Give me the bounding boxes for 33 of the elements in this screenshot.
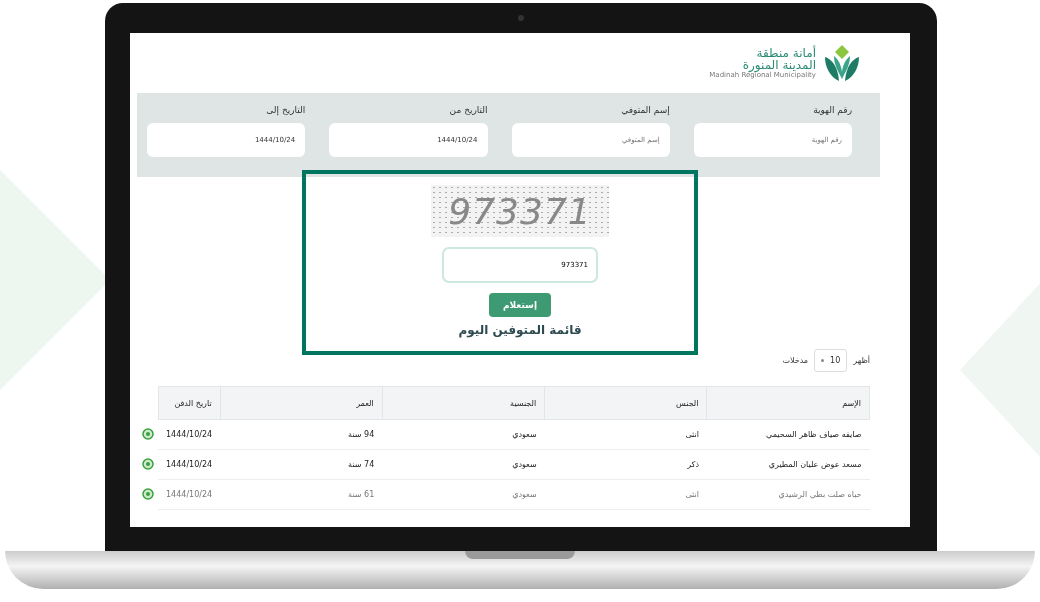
captcha-image: 973371 xyxy=(431,185,609,237)
field-label: التاريخ إلى xyxy=(266,105,306,115)
table-cell: 74 سنة xyxy=(220,449,383,480)
table-cell: صايفه صياف ظاهر السحيمي xyxy=(706,419,870,450)
table-cell: 61 سنة xyxy=(220,479,383,510)
entries-label: مدخلات xyxy=(782,356,809,365)
leaves-logo-icon xyxy=(822,43,862,83)
show-label: أظهر xyxy=(853,356,870,365)
table-cell: انثى xyxy=(544,419,707,450)
table-cell: انثى xyxy=(544,479,707,510)
table-cell: مسعد عوض عليان المطيري xyxy=(706,449,870,480)
table-cell: ذكر xyxy=(544,449,707,480)
expand-icon[interactable] xyxy=(142,427,155,440)
table-cell: سعودي xyxy=(382,449,545,480)
camera-icon xyxy=(518,15,524,21)
table-cell: سعودي xyxy=(382,419,545,450)
table-cell: سعودي xyxy=(382,479,545,510)
column-header: الإسم xyxy=(706,386,870,420)
table-cell: حياه صلت بطي الرشيدي xyxy=(706,479,870,510)
logo-title: أمانة منطقة xyxy=(755,46,816,60)
logo-title: المدينة المنورة xyxy=(741,59,816,72)
field-label: إسم المتوفي xyxy=(621,105,670,115)
expand-icon[interactable] xyxy=(142,457,155,470)
table-cell: 94 سنة xyxy=(220,419,383,450)
list-title: قائمة المتوفين اليوم xyxy=(458,323,582,337)
column-header: الجنس xyxy=(544,386,707,420)
expand-icon[interactable] xyxy=(142,487,155,500)
field-label: رقم الهوية xyxy=(813,105,852,115)
field-label: التاريخ من xyxy=(449,105,488,115)
page-length-select[interactable]: 10 xyxy=(814,349,848,372)
column-header: تاريخ الدفن xyxy=(158,386,221,420)
column-header: العمر xyxy=(220,386,383,420)
column-header: الجنسية xyxy=(382,386,545,420)
